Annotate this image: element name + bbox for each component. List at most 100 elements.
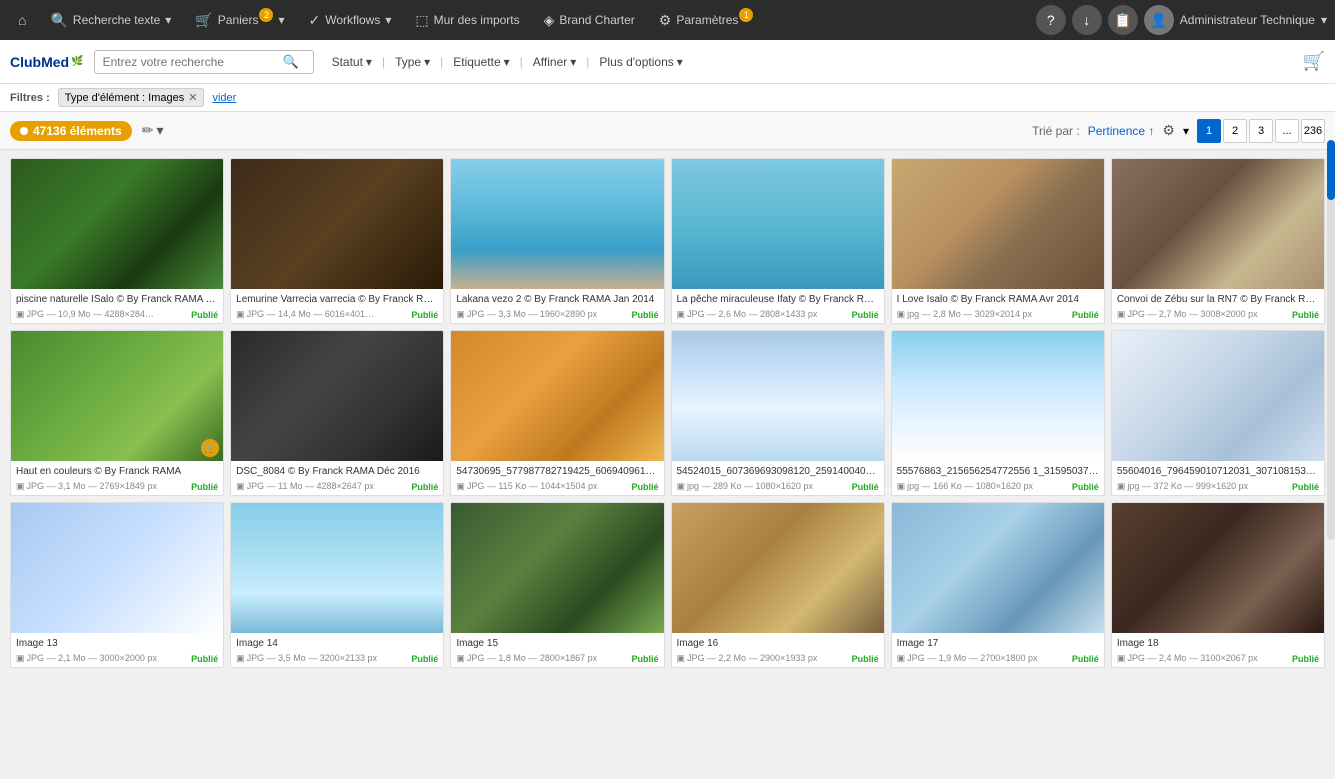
image-card[interactable]: I Love Isalo © By Franck RAMA Avr 2014 ▣… [891, 158, 1105, 324]
image-meta: Image 14 ▣JPG — 3,5 Mo — 3200×2133 px Pu… [231, 633, 443, 667]
status-badge: Publié [631, 482, 658, 492]
clipboard-button[interactable]: 📋 [1108, 5, 1138, 35]
page-3-button[interactable]: 3 [1249, 119, 1273, 143]
nav-brand-charter[interactable]: ◈ Brand Charter [534, 8, 645, 33]
image-type-icon: ▣ [1117, 653, 1126, 663]
image-meta: La pêche miraculeuse Ifaty © By Franck R… [672, 289, 884, 323]
thumb-container [231, 331, 443, 461]
search-input[interactable] [103, 55, 283, 69]
image-grid: piscine naturelle ISalo © By Franck RAMA… [10, 158, 1325, 668]
image-info-row: ▣jpg — 289 Ko — 1080×1620 px Publié [677, 481, 879, 492]
image-card[interactable]: Image 15 ▣JPG — 1,8 Mo — 2800×1867 px Pu… [450, 502, 664, 668]
page-last-button[interactable]: 236 [1301, 119, 1325, 143]
image-type-icon: ▣ [1117, 309, 1126, 319]
image-card[interactable]: 🛒 Haut en couleurs © By Franck RAMA ▣JPG… [10, 330, 224, 496]
image-card[interactable]: Convoi de Zébu sur la RN7 © By Franck RA… [1111, 158, 1325, 324]
filter-type[interactable]: Type ▾ [387, 52, 438, 72]
nav-search[interactable]: 🔍 Recherche texte ▾ [40, 8, 181, 33]
nav-workflows[interactable]: ✓ Workflows ▾ [298, 8, 401, 33]
thumb-container [892, 159, 1104, 289]
nav-parametres[interactable]: ⚙ Paramètres 1 [649, 8, 764, 33]
image-type-icon: ▣ [1117, 481, 1126, 491]
thumb-container [11, 159, 223, 289]
edit-button[interactable]: ✏ ▾ [142, 122, 164, 139]
image-type-icon: ▣ [897, 481, 906, 491]
image-card[interactable]: 55604016_796459010712031_307108153282002… [1111, 330, 1325, 496]
search-bar: ClubMed 🌿 🔍 Statut ▾ | Type ▾ | Etiquett… [0, 40, 1335, 84]
image-info-row: ▣JPG — 115 Ko — 1044×1504 px Publié [456, 481, 658, 492]
check-icon: ✓ [308, 12, 320, 29]
help-button[interactable]: ? [1036, 5, 1066, 35]
main-cart-button[interactable]: 🛒 [1303, 51, 1325, 72]
image-card[interactable]: Lakana vezo 2 © By Franck RAMA Jan 2014 … [450, 158, 664, 324]
image-thumbnail [672, 159, 884, 289]
user-menu[interactable]: 👤 Administrateur Technique ▾ [1144, 5, 1327, 35]
image-type-icon: ▣ [16, 309, 25, 319]
image-card[interactable]: La pêche miraculeuse Ifaty © By Franck R… [671, 158, 885, 324]
image-card[interactable]: Image 13 ▣JPG — 2,1 Mo — 3000×2000 px Pu… [10, 502, 224, 668]
clear-filters[interactable]: vider [212, 92, 236, 104]
image-meta: Image 18 ▣JPG — 2,4 Mo — 3100×2067 px Pu… [1112, 633, 1324, 667]
image-info-row: ▣JPG — 2,2 Mo — 2900×1933 px Publié [677, 653, 879, 664]
image-title: Lakana vezo 2 © By Franck RAMA Jan 2014 [456, 293, 658, 306]
search-icon[interactable]: 🔍 [283, 54, 299, 70]
image-type-icon: ▣ [677, 309, 686, 319]
brand-logo: ClubMed 🌿 [10, 54, 84, 70]
image-card[interactable]: Image 18 ▣JPG — 2,4 Mo — 3100×2067 px Pu… [1111, 502, 1325, 668]
image-meta: Haut en couleurs © By Franck RAMA ▣JPG —… [11, 461, 223, 495]
image-title: Image 16 [677, 637, 879, 650]
count-badge: 47136 éléments [10, 121, 132, 141]
toolbar-right: Trié par : Pertinence ↑ ⚙ ▾ 1 2 3 ... 23… [1032, 119, 1325, 143]
thumb-container [672, 503, 884, 633]
status-badge: Publié [631, 654, 658, 664]
image-info-row: ▣jpg — 2,8 Mo — 3029×2014 px Publié [897, 309, 1099, 320]
image-card[interactable]: 55576863_215656254772556 1_3159503742529… [891, 330, 1105, 496]
filter-statut[interactable]: Statut ▾ [324, 52, 380, 72]
image-info-row: ▣JPG — 2,6 Mo — 2808×1433 px Publié [677, 309, 879, 320]
sort-value[interactable]: Pertinence ↑ [1088, 124, 1155, 138]
image-card[interactable]: Image 16 ▣JPG — 2,2 Mo — 2900×1933 px Pu… [671, 502, 885, 668]
scrollbar[interactable] [1327, 140, 1335, 540]
image-type-icon: ▣ [16, 481, 25, 491]
filter-plus[interactable]: Plus d'options ▾ [591, 52, 690, 72]
thumb-container: 🛒 [11, 331, 223, 461]
nav-home[interactable]: ⌂ [8, 8, 36, 32]
image-card[interactable]: Lemurine Varrecia varrecia © By Franck R… [230, 158, 444, 324]
remove-filter-type[interactable]: ✕ [188, 91, 197, 104]
download-button[interactable]: ↓ [1072, 5, 1102, 35]
file-info: ▣JPG — 1,8 Mo — 2800×1867 px [456, 653, 597, 664]
image-thumbnail [451, 331, 663, 461]
search-input-wrap: 🔍 [94, 50, 314, 74]
filter-tag-type: Type d'élément : Images ✕ [58, 88, 205, 107]
image-card[interactable]: 54524015_607369693098120_259140040817377… [671, 330, 885, 496]
image-type-icon: ▣ [236, 309, 245, 319]
image-title: La pêche miraculeuse Ifaty © By Franck R… [677, 293, 879, 306]
image-type-icon: ▣ [456, 653, 465, 663]
image-type-icon: ▣ [456, 481, 465, 491]
image-card[interactable]: 54730695_577987782719425_606940961818070… [450, 330, 664, 496]
file-info: ▣JPG — 2,1 Mo — 3000×2000 px [16, 653, 157, 664]
image-thumbnail [1112, 503, 1324, 633]
filter-etiquette[interactable]: Etiquette ▾ [445, 52, 517, 72]
thumb-container [892, 331, 1104, 461]
image-meta: 54524015_607369693098120_259140040817377… [672, 461, 884, 495]
image-title: Image 15 [456, 637, 658, 650]
image-info-row: ▣jpg — 166 Ko — 1080×1620 px Publié [897, 481, 1099, 492]
image-card[interactable]: DSC_8084 © By Franck RAMA Déc 2016 ▣JPG … [230, 330, 444, 496]
page-2-button[interactable]: 2 [1223, 119, 1247, 143]
image-info-row: ▣JPG — 2,1 Mo — 3000×2000 px Publié [16, 653, 218, 664]
nav-mur-imports[interactable]: ⬚ Mur des imports [405, 8, 529, 33]
image-card[interactable]: Image 17 ▣JPG — 1,9 Mo — 2700×1800 px Pu… [891, 502, 1105, 668]
image-title: Image 13 [16, 637, 218, 650]
image-card[interactable]: Image 14 ▣JPG — 3,5 Mo — 3200×2133 px Pu… [230, 502, 444, 668]
image-card[interactable]: piscine naturelle ISalo © By Franck RAMA… [10, 158, 224, 324]
page-1-button[interactable]: 1 [1197, 119, 1221, 143]
settings-icon[interactable]: ⚙ [1162, 122, 1175, 139]
nav-paniers[interactable]: 🛒 Paniers 2 ▾ [185, 8, 294, 33]
image-meta: 55604016_796459010712031_307108153282002… [1112, 461, 1324, 495]
filter-affiner[interactable]: Affiner ▾ [525, 52, 585, 72]
thumb-container [672, 331, 884, 461]
status-badge: Publié [411, 654, 438, 664]
image-thumbnail [451, 503, 663, 633]
thumb-container [1112, 159, 1324, 289]
